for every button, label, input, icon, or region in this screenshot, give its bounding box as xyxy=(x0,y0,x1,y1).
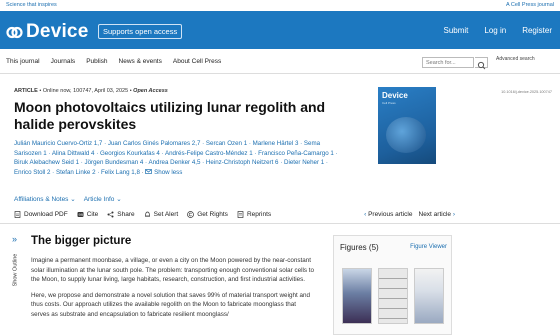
outline-label: Show Outline xyxy=(12,253,19,287)
share-icon xyxy=(107,211,114,218)
show-less-link[interactable]: Show less xyxy=(154,169,182,176)
set-alert-button[interactable]: Set Alert xyxy=(144,211,178,218)
chevron-right-icon: › xyxy=(452,211,455,218)
online-date: Online now, 100747, April 03, 2025 xyxy=(42,88,129,94)
advanced-search-link[interactable]: Advanced search xyxy=(496,56,536,62)
affiliations-toggle[interactable]: Affiliations & Notes ⌄ xyxy=(14,195,76,203)
chevron-left-icon: ‹ xyxy=(364,211,367,218)
tagline-link[interactable]: Science that inspires xyxy=(6,2,57,8)
article-meta: ARTICLE • Online now, 100747, April 03, … xyxy=(14,88,168,94)
device-logo-icon xyxy=(6,24,23,41)
nav-news-events[interactable]: News & events xyxy=(119,58,162,65)
cover-artwork xyxy=(386,117,426,153)
register-link[interactable]: Register xyxy=(522,26,552,35)
figures-panel: Figures (5) Figure Viewer xyxy=(333,235,452,335)
section-body: Imagine a permanent moonbase, a village,… xyxy=(31,256,316,325)
svg-text:99: 99 xyxy=(78,212,83,217)
journal-nav: This journal Journals Publish News & eve… xyxy=(0,49,560,74)
cover-title: Device xyxy=(382,91,408,100)
cite-button[interactable]: 99 Cite xyxy=(77,211,98,218)
next-article-link[interactable]: Next article › xyxy=(419,211,456,218)
nav-publish[interactable]: Publish xyxy=(86,58,107,65)
site-header: Device Supports open access Submit Log i… xyxy=(0,11,560,49)
author-list: Julián Mauricio Cuervo-Ortiz 1,7 · Juan … xyxy=(14,140,338,176)
article-title: Moon photovoltaics utilizing lunar regol… xyxy=(14,99,326,132)
figures-title: Figures (5) xyxy=(340,243,379,252)
submit-link[interactable]: Submit xyxy=(444,26,469,35)
paragraph: Here, we propose and demonstrate a novel… xyxy=(31,291,310,318)
section-title: The bigger picture xyxy=(31,235,132,247)
outline-toggle[interactable]: » Show Outline xyxy=(10,234,24,294)
open-access-badge[interactable]: Supports open access xyxy=(98,24,183,39)
reprints-button[interactable]: Reprints xyxy=(237,211,271,218)
paragraph: Imagine a permanent moonbase, a village,… xyxy=(31,257,315,283)
cell-press-link[interactable]: A Cell Press journal xyxy=(506,2,554,8)
top-strip: Science that inspires A Cell Press journ… xyxy=(0,0,560,11)
nav-about[interactable]: About Cell Press xyxy=(173,58,221,65)
access-type: Open Access xyxy=(133,88,168,94)
email-icon[interactable] xyxy=(145,169,153,175)
article-type: ARTICLE xyxy=(14,88,38,94)
figure-thumbnail[interactable] xyxy=(414,268,444,324)
affiliation-row: Affiliations & Notes ⌄ Article Info ⌄ xyxy=(14,195,122,203)
double-chevron-right-icon: » xyxy=(12,234,18,244)
cover-subtitle: Cell Press xyxy=(382,101,396,105)
copyright-icon xyxy=(187,211,195,218)
quote-icon: 99 xyxy=(77,212,83,217)
previous-article-link[interactable]: ‹ Previous article xyxy=(364,211,412,218)
article-pagination: ‹ Previous article Next article › xyxy=(364,211,455,218)
header-nav: Submit Log in Register xyxy=(444,26,553,35)
pdf-icon xyxy=(14,211,21,218)
article-toolbar: Download PDF 99 Cite Share Set Alert Get… xyxy=(0,207,560,224)
article-info-toggle[interactable]: Article Info ⌄ xyxy=(84,195,122,203)
figure-viewer-link[interactable]: Figure Viewer xyxy=(410,244,447,250)
journal-logo[interactable]: Device xyxy=(6,21,88,43)
journal-cover-image[interactable]: Device Cell Press xyxy=(378,87,436,164)
document-icon xyxy=(237,211,244,218)
article-doi: 10.1016/j.device.2025.100747 xyxy=(501,90,552,94)
search-input[interactable]: Search for... xyxy=(422,57,474,68)
journal-name: Device xyxy=(26,21,89,42)
get-rights-button[interactable]: Get Rights xyxy=(187,211,228,218)
nav-journals[interactable]: Journals xyxy=(51,58,76,65)
bell-icon xyxy=(144,211,150,217)
share-button[interactable]: Share xyxy=(107,211,135,218)
search-icon xyxy=(477,61,486,70)
nav-this-journal[interactable]: This journal xyxy=(6,58,40,65)
figure-thumbnail[interactable] xyxy=(342,268,372,324)
login-link[interactable]: Log in xyxy=(484,26,506,35)
download-pdf-button[interactable]: Download PDF xyxy=(14,211,68,218)
figure-thumbnail[interactable] xyxy=(378,268,408,324)
search-button[interactable] xyxy=(475,57,488,70)
